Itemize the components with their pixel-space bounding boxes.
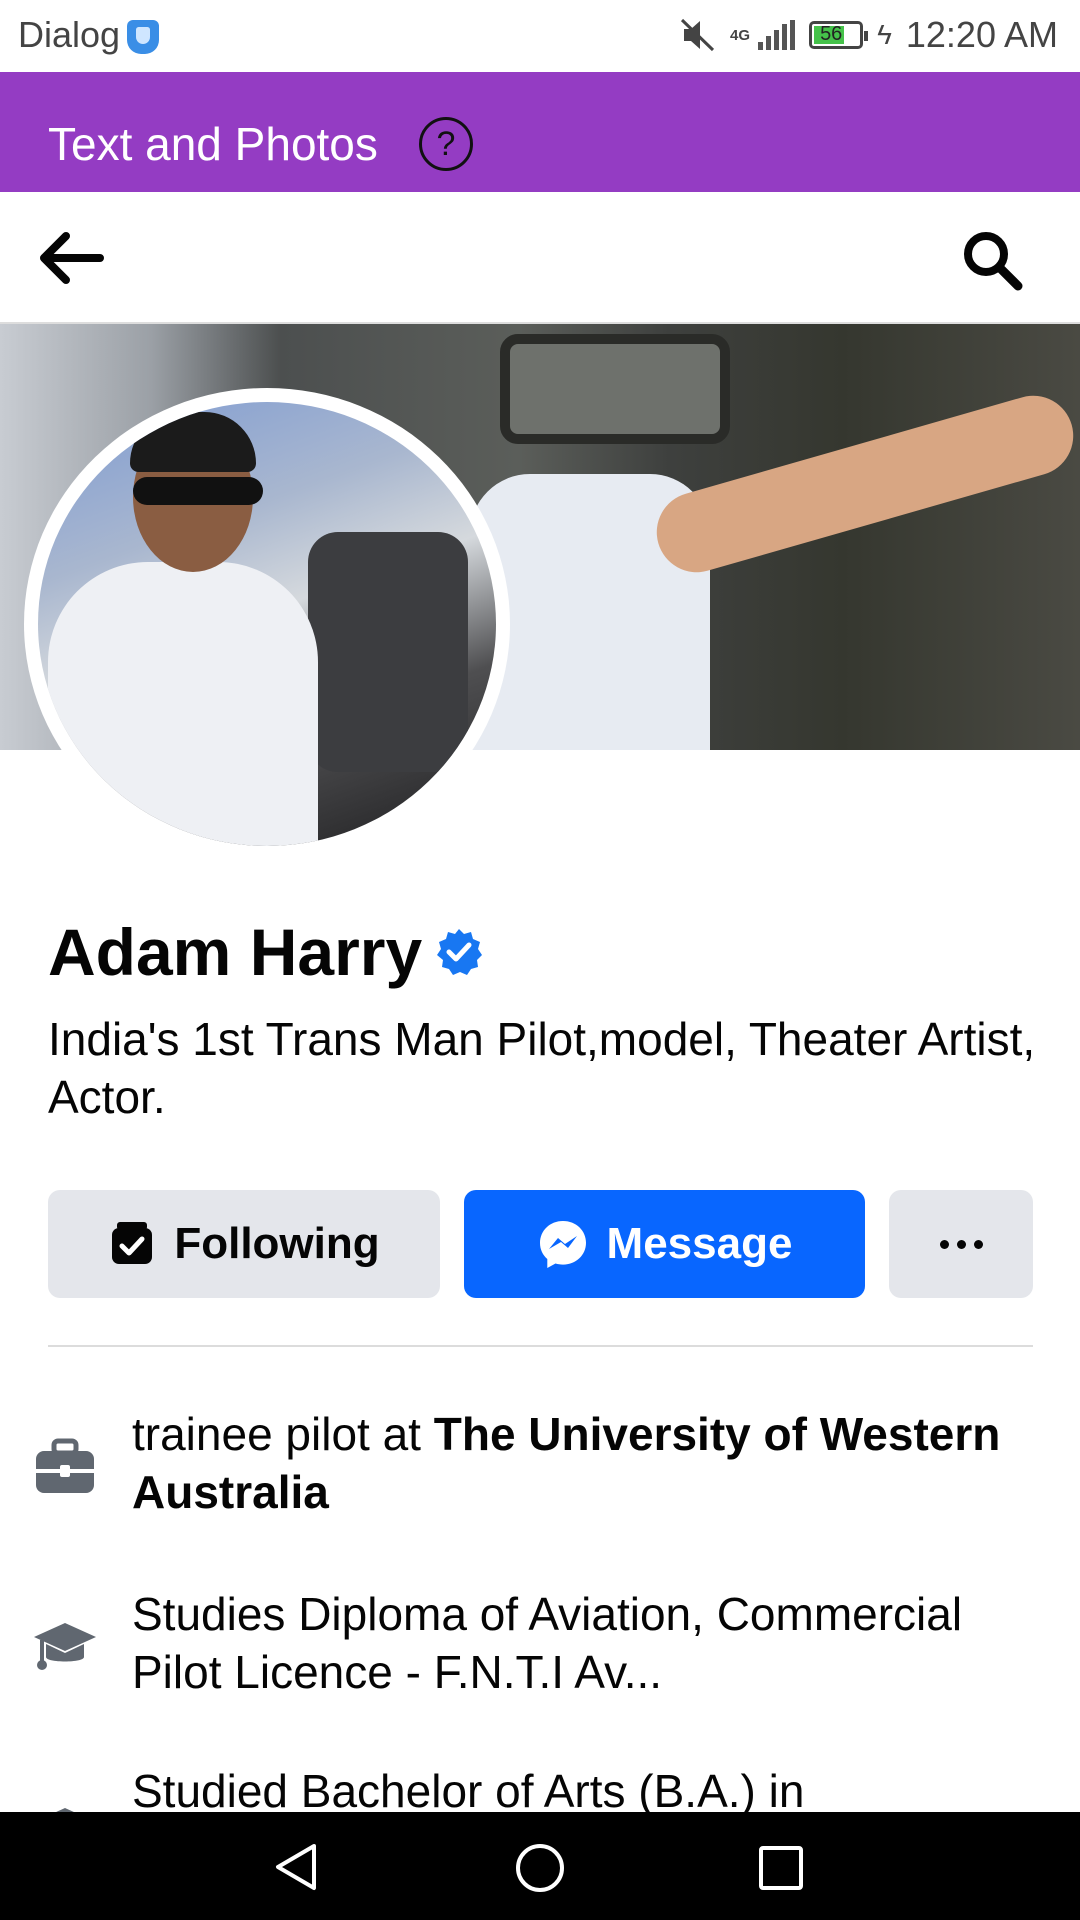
system-nav-bar	[0, 1812, 1080, 1920]
messenger-icon	[539, 1221, 586, 1268]
education-current-text: Studies Diploma of Aviation, Commercial …	[132, 1588, 963, 1698]
network-type: 4G	[730, 26, 751, 44]
section-divider	[48, 1345, 1033, 1347]
work-text: trainee pilot at The University of Weste…	[132, 1405, 1032, 1521]
back-arrow-icon[interactable]	[36, 228, 106, 288]
profile-bio: India's 1st Trans Man Pilot,model, Theat…	[48, 1013, 1036, 1123]
cover-photo-window	[500, 334, 730, 444]
guide-banner: Text and Photos	[0, 72, 1080, 192]
charging-icon: ϟ	[877, 19, 892, 50]
nav-back-icon[interactable]	[272, 1842, 322, 1892]
top-nav	[0, 192, 1080, 324]
signal-icon	[758, 20, 796, 50]
following-check-icon	[112, 1222, 153, 1264]
profile-name-row: Adam Harry	[48, 914, 484, 990]
avatar-seat	[308, 532, 468, 772]
avatar-body	[48, 562, 318, 846]
carrier-name: Dialog	[18, 14, 121, 55]
profile-name: Adam Harry	[48, 915, 423, 989]
battery-level: 56	[820, 23, 843, 45]
message-label: Message	[606, 1219, 793, 1268]
battery-icon: 56	[809, 21, 869, 49]
education-past-detail[interactable]: Studied Bachelor of Arts (B.A.) in	[0, 1762, 1080, 1812]
nav-home-icon[interactable]	[514, 1842, 566, 1894]
message-button[interactable]: Message	[464, 1190, 865, 1298]
nav-recents-icon[interactable]	[758, 1845, 804, 1891]
status-icons: 4G 56 ϟ 12:20 AM	[680, 14, 1058, 56]
graduation-cap-icon	[34, 1623, 96, 1670]
mute-icon	[681, 18, 715, 52]
help-icon[interactable]: ?	[419, 117, 473, 171]
graduation-cap-icon	[56, 1808, 74, 1812]
shield-icon	[127, 20, 159, 54]
briefcase-icon	[36, 1438, 94, 1493]
following-label: Following	[174, 1219, 380, 1268]
avatar	[38, 402, 496, 846]
search-icon[interactable]	[960, 228, 1024, 292]
avatar-glasses	[133, 477, 263, 505]
banner-title: Text and Photos	[48, 118, 378, 170]
education-past-text: Studied Bachelor of Arts (B.A.) in	[132, 1765, 805, 1812]
following-button[interactable]: Following	[48, 1190, 440, 1298]
profile-picture[interactable]	[24, 388, 510, 860]
clock: 12:20 AM	[905, 14, 1058, 55]
status-bar: Dialog 4G 56 ϟ 12:20 AM	[0, 0, 1080, 72]
work-prefix: trainee pilot at	[132, 1408, 434, 1460]
more-options-button[interactable]	[889, 1190, 1033, 1298]
verified-badge-icon	[437, 929, 483, 975]
more-dots-icon	[939, 1239, 983, 1249]
avatar-hair	[130, 412, 256, 472]
